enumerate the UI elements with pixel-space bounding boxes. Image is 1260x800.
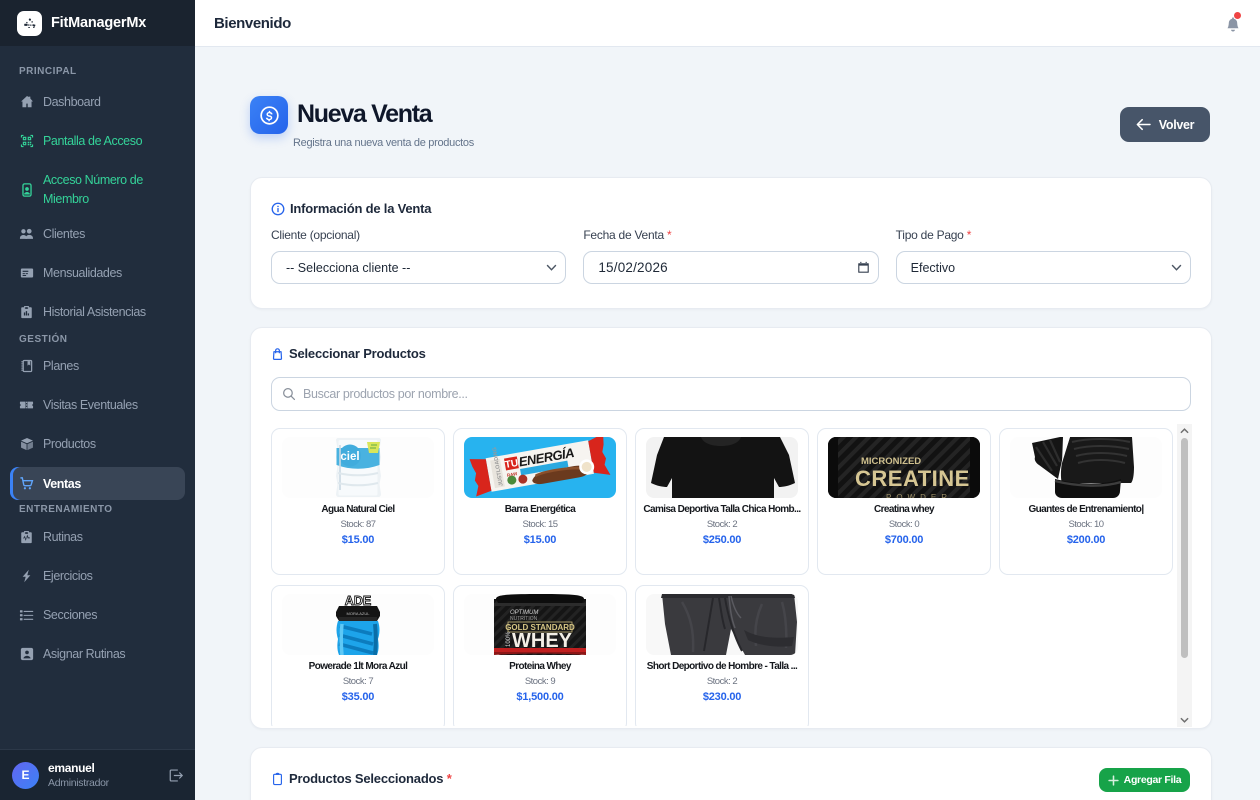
svg-text:ciel: ciel (340, 451, 359, 463)
svg-text:MORA AZUL: MORA AZUL (347, 611, 371, 616)
svg-text:POWDER: POWDER (886, 493, 952, 498)
svg-text:ADE: ADE (345, 594, 371, 608)
svg-text:CREATINE: CREATINE (855, 466, 970, 491)
svg-text:100%: 100% (506, 631, 512, 647)
svg-text:TU: TU (504, 458, 519, 471)
svg-text:NUTRITION: NUTRITION (510, 616, 538, 622)
